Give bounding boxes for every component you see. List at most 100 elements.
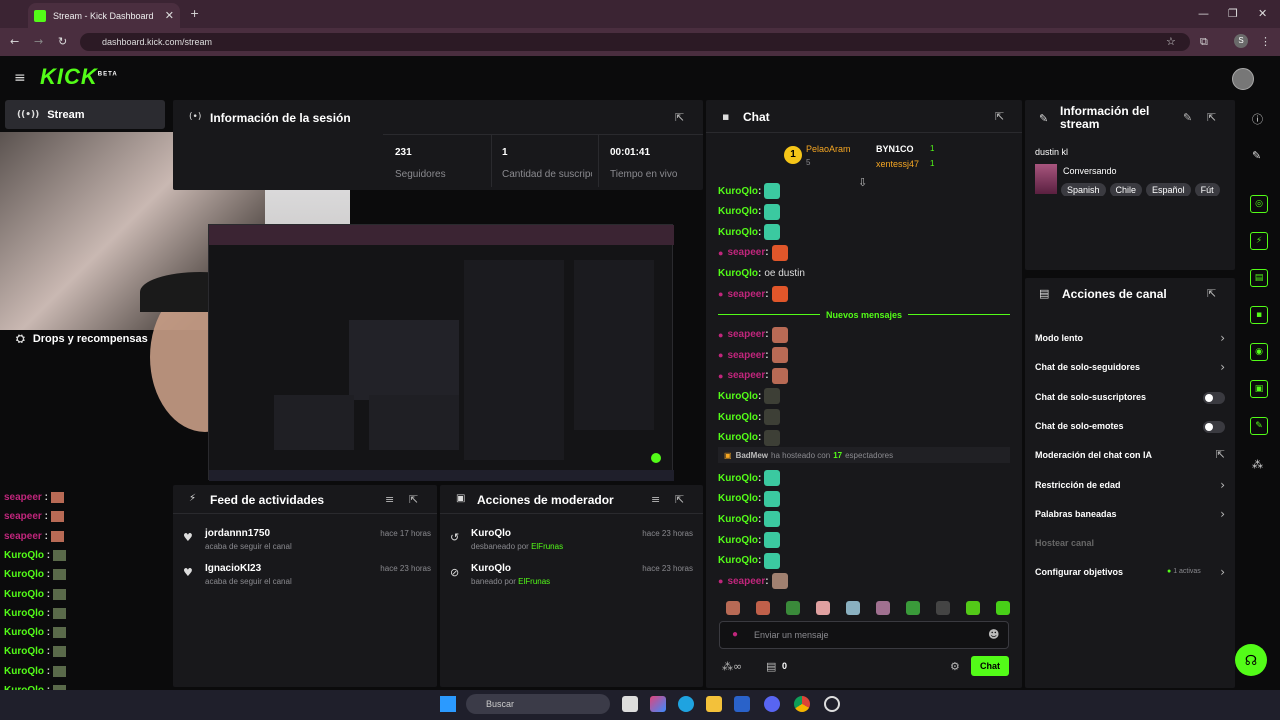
tag-chip[interactable]: Español (1146, 183, 1191, 196)
chat-message[interactable]: KuroQlo: (718, 408, 781, 426)
wrench-icon[interactable]: ✎ (1250, 417, 1268, 435)
chat-message[interactable]: KuroQlo: (718, 223, 781, 241)
channel-action-6[interactable]: Restricción de edad › (1035, 478, 1225, 494)
chat-icon[interactable]: ▪ (1250, 306, 1268, 324)
popout-icon[interactable]: ⇱ (675, 493, 684, 506)
chat-message[interactable]: KuroQlo: (718, 203, 781, 221)
taskbar-search[interactable]: Buscar (466, 694, 610, 714)
forward-icon[interactable]: → (34, 35, 43, 48)
quick-action-icon[interactable]: ◎ (1250, 195, 1268, 213)
extensions-icon[interactable]: ⧉ (1200, 35, 1208, 49)
channel-action-2[interactable]: Chat de solo-seguidores › (1035, 360, 1225, 376)
menu-kebab-icon[interactable]: ⋮ (1260, 35, 1271, 48)
top-gifter-name[interactable]: xentessj47 (876, 159, 919, 169)
channel-action-1[interactable]: Modo lento › (1035, 331, 1225, 347)
help-headset-button[interactable]: ☊ (1235, 644, 1267, 676)
gear-icon[interactable]: ⚙ (950, 660, 960, 673)
popout-icon[interactable]: ⇱ (675, 111, 684, 124)
bookmark-star-icon[interactable]: ☆ (1166, 35, 1176, 48)
shield-icon[interactable]: ▣ (1250, 380, 1268, 398)
chat-message[interactable]: ● seapeer: (718, 346, 788, 364)
store-icon[interactable]: ▤ (766, 660, 776, 673)
chat-username[interactable]: seapeer (727, 289, 765, 300)
chat-message[interactable]: KuroQlo: (718, 469, 781, 487)
tag-chip[interactable]: Chile (1109, 183, 1143, 196)
file-explorer-icon[interactable] (706, 696, 722, 712)
tag-chip[interactable]: Spanish (1061, 183, 1106, 196)
emote-shortcut-icon[interactable] (996, 600, 1010, 615)
chat-username[interactable]: KuroQlo (718, 227, 758, 238)
chat-username[interactable]: KuroQlo (718, 493, 758, 504)
edit-icon[interactable]: ✎ (1183, 111, 1192, 124)
broadcast-icon[interactable]: ◉ (1250, 343, 1268, 361)
chat-message[interactable]: KuroQlo: (718, 429, 781, 447)
obs-icon[interactable] (824, 696, 840, 712)
chat-message[interactable]: ● seapeer: (718, 326, 788, 344)
chat-input[interactable]: ● Enviar un mensaje ☻ (719, 621, 1009, 649)
emote-shortcut-icon[interactable] (846, 600, 860, 615)
chat-message[interactable]: ● seapeer: (718, 285, 788, 303)
store-icon[interactable] (734, 696, 750, 712)
kick-logo[interactable]: KICKBETA (40, 64, 118, 90)
user-avatar[interactable] (1232, 68, 1254, 90)
chat-username[interactable]: KuroQlo (718, 535, 758, 546)
tag-chip[interactable]: Fút (1194, 183, 1220, 196)
category-name[interactable]: Conversando (1063, 166, 1117, 176)
toggle-switch[interactable] (1203, 420, 1225, 433)
profile-avatar[interactable]: S (1234, 34, 1248, 48)
popout-icon[interactable]: ⇱ (409, 493, 418, 506)
sidebar-item-stream[interactable]: ((•)) Stream (5, 100, 165, 129)
more-icon[interactable]: ⁂ (1252, 458, 1263, 471)
emote-shortcut-icon[interactable] (816, 600, 830, 615)
chat-username[interactable]: KuroQlo (718, 473, 758, 484)
filter-icon[interactable]: ≡ (651, 493, 660, 506)
back-icon[interactable]: ← (10, 35, 19, 48)
pencil-icon[interactable]: ✎ (1252, 149, 1261, 162)
chat-username[interactable]: KuroQlo (718, 555, 758, 566)
channel-action-3[interactable]: Chat de solo-suscriptores (1035, 390, 1225, 406)
toggle-switch[interactable] (1203, 391, 1225, 404)
filter-icon[interactable]: ≡ (385, 493, 394, 506)
chrome-icon[interactable] (794, 696, 810, 712)
sidebar-item-drops[interactable]: ⛭ Drops y recompensas (16, 332, 148, 346)
windows-start-icon[interactable] (440, 696, 456, 712)
emote-icon[interactable]: ☻ (988, 628, 999, 641)
send-chat-button[interactable]: Chat (971, 656, 1009, 676)
copilot-icon[interactable] (650, 696, 666, 712)
chat-username[interactable]: seapeer (727, 576, 765, 587)
close-tab-icon[interactable]: ✕ (165, 9, 174, 22)
chat-username[interactable]: seapeer (727, 350, 765, 361)
emote-shortcut-icon[interactable] (876, 600, 890, 615)
channel-action-7[interactable]: Palabras baneadas › (1035, 507, 1225, 523)
new-tab-icon[interactable]: + (190, 7, 199, 20)
chat-message[interactable]: KuroQlo: (718, 182, 781, 200)
chat-username[interactable]: seapeer (727, 370, 765, 381)
chat-message[interactable]: KuroQlo: (718, 510, 781, 528)
minimize-icon[interactable]: — (1198, 7, 1209, 20)
maximize-icon[interactable]: ❐ (1228, 7, 1238, 20)
chat-username[interactable]: KuroQlo (718, 391, 758, 402)
top-gifter-name[interactable]: PelaoAram (806, 144, 851, 154)
infinity-icon[interactable]: ⁂∞ (722, 660, 742, 673)
emote-shortcut-icon[interactable] (936, 600, 950, 615)
chat-message[interactable]: ● seapeer: (718, 244, 788, 262)
chat-username[interactable]: KuroQlo (718, 268, 758, 279)
popout-icon[interactable]: ⇱ (995, 110, 1004, 123)
emote-shortcut-icon[interactable] (726, 600, 740, 615)
url-field[interactable]: dashboard.kick.com/stream (80, 33, 1190, 51)
chat-username[interactable]: KuroQlo (718, 412, 758, 423)
info-icon[interactable]: ⓘ (1252, 111, 1263, 127)
emote-shortcut-icon[interactable] (756, 600, 770, 615)
chat-username[interactable]: KuroQlo (718, 186, 758, 197)
hamburger-menu-icon[interactable]: ≡ (14, 70, 26, 86)
external-link-icon[interactable]: ⇱ (1216, 448, 1225, 461)
chat-username[interactable]: KuroQlo (718, 514, 758, 525)
chat-message[interactable]: KuroQlo: oe dustin (718, 264, 805, 282)
chat-message[interactable]: KuroQlo: (718, 531, 781, 549)
browser-tab[interactable]: Stream - Kick Dashboard ✕ (28, 3, 180, 28)
chat-username[interactable]: KuroQlo (718, 432, 758, 443)
emote-shortcut-icon[interactable] (966, 600, 980, 615)
close-window-icon[interactable]: ✕ (1258, 7, 1267, 20)
chat-message[interactable]: ● seapeer: (718, 572, 788, 590)
top-gifter-name[interactable]: BYN1CO (876, 144, 914, 154)
